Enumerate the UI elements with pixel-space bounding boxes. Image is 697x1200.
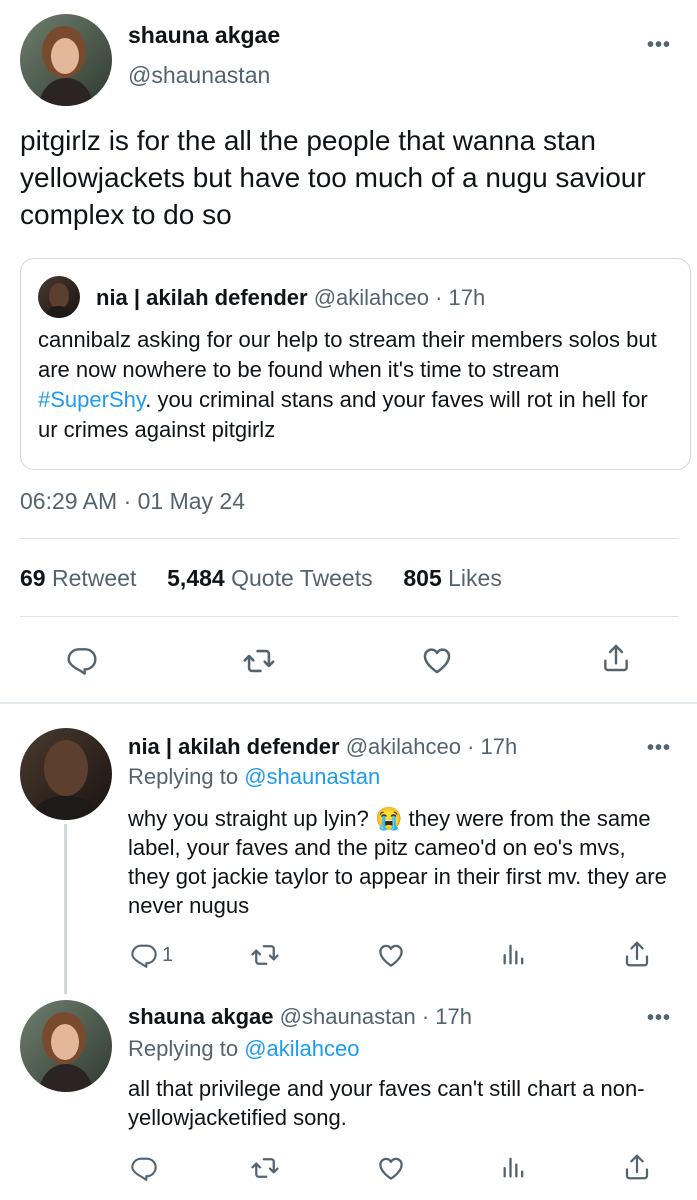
replying-label: Replying to [128,764,245,789]
more-icon[interactable]: ••• [647,1007,671,1030]
retweet-label[interactable]: Retweet [52,565,136,591]
avatar[interactable] [38,276,80,318]
reply-text: why you straight up lyin? 😭 they were fr… [128,806,667,918]
quote-text-before: cannibalz asking for our help to stream … [38,327,657,382]
reply-icon[interactable] [130,1154,158,1182]
avatar[interactable] [20,1000,112,1092]
author-name[interactable]: nia | akilah defender [128,734,340,759]
quote-author-name[interactable]: nia | akilah defender [96,285,308,310]
author-handle[interactable]: @shaunastan [280,1004,416,1029]
divider [20,616,679,617]
retweet-icon[interactable] [250,1153,280,1183]
author-name[interactable]: shauna akgae [128,1004,274,1029]
retweet-count[interactable]: 69 [20,565,46,591]
author-name[interactable]: shauna akgae [128,22,280,49]
author-handle[interactable]: @akilahceo [346,734,461,759]
avatar[interactable] [20,728,112,820]
tweet-stats: 69 Retweet 5,484 Quote Tweets 805 Likes [20,565,502,592]
thread-line [64,824,67,994]
timestamp[interactable]: 06:29 AM · 01 May 24 [20,488,245,515]
author-handle[interactable]: @shaunastan [128,62,270,89]
more-icon[interactable]: ••• [647,34,671,57]
reply-icon[interactable] [130,941,158,969]
quote-header: nia | akilah defender @akilahceo · 17h [96,285,485,311]
quote-count[interactable]: 5,484 [167,565,225,591]
analytics-icon[interactable] [500,1153,528,1181]
reply-header: nia | akilah defender @akilahceo · 17h [128,734,517,760]
more-icon[interactable]: ••• [647,737,671,760]
share-icon[interactable] [600,642,632,674]
quote-author-handle[interactable]: @akilahceo [314,285,429,310]
tweet-age: · 17h [467,734,518,759]
divider [0,702,697,704]
replying-to: Replying to @akilahceo [128,1036,359,1062]
replying-to: Replying to @shaunastan [128,764,380,790]
quote-age: · 17h [435,285,486,310]
share-icon[interactable] [622,939,652,969]
hashtag-link[interactable]: #SuperShy [38,387,145,412]
like-count[interactable]: 805 [403,565,441,591]
like-icon[interactable] [420,643,454,677]
reply-text: all that privilege and your faves can't … [128,1076,645,1130]
retweet-icon[interactable] [242,644,276,678]
replying-label: Replying to [128,1036,245,1061]
avatar[interactable] [20,14,112,106]
like-icon[interactable] [376,940,406,970]
divider [20,538,679,539]
retweet-icon[interactable] [250,940,280,970]
like-icon[interactable] [376,1153,406,1183]
tweet-age: · 17h [421,1004,473,1029]
tweet-text: pitgirlz is for the all the people that … [20,125,646,230]
reply-icon[interactable] [66,644,98,676]
like-label[interactable]: Likes [448,565,502,591]
reply-count: 1 [162,944,174,966]
analytics-icon[interactable] [500,940,528,968]
quote-label[interactable]: Quote Tweets [231,565,373,591]
share-icon[interactable] [622,1152,652,1182]
mention-link[interactable]: @shaunastan [244,764,380,789]
mention-link[interactable]: @akilahceo [244,1036,359,1061]
quote-text: cannibalz asking for our help to stream … [38,325,668,445]
reply-header: shauna akgae @shaunastan · 17h [128,1004,472,1030]
